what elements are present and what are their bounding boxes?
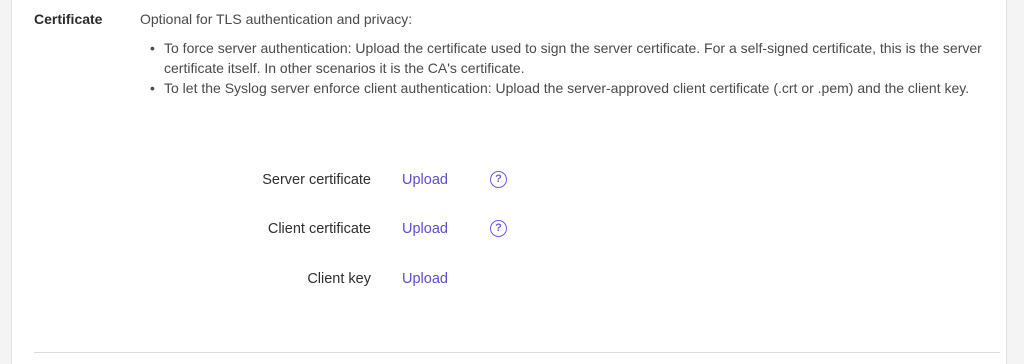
question-circle-icon[interactable]: ? (490, 171, 507, 188)
intro-text: Optional for TLS authentication and priv… (140, 11, 413, 27)
client-certificate-row: Client certificate Upload ? (12, 219, 1008, 243)
list-item: • To let the Syslog server enforce clien… (150, 78, 1004, 98)
bullet-icon: • (150, 40, 155, 56)
list-item: • To force server authentication: Upload… (150, 38, 1004, 78)
client-certificate-label: Client certificate (267, 221, 371, 237)
client-certificate-upload-link[interactable]: Upload (402, 221, 448, 237)
section-divider (34, 352, 1000, 353)
list-item-text: To let the Syslog server enforce client … (164, 80, 970, 96)
client-key-row: Client key Upload (12, 269, 1008, 293)
server-certificate-upload-link[interactable]: Upload (402, 172, 448, 188)
server-certificate-row: Server certificate Upload ? (12, 170, 1008, 194)
bullet-icon: • (150, 80, 155, 96)
certificate-panel: Certificate Optional for TLS authenticat… (11, 0, 1007, 364)
instruction-list: • To force server authentication: Upload… (140, 38, 1004, 98)
list-item-text: To force server authentication: Upload t… (164, 40, 982, 76)
client-key-label: Client key (307, 271, 371, 287)
question-circle-icon[interactable]: ? (490, 220, 507, 237)
server-certificate-label: Server certificate (262, 172, 371, 188)
client-key-upload-link[interactable]: Upload (402, 271, 448, 287)
section-label: Certificate (34, 11, 103, 27)
